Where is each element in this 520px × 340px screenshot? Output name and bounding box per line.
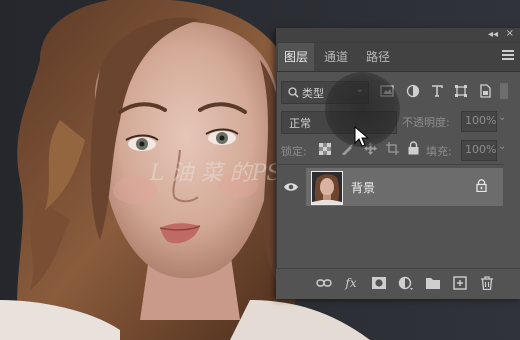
- smart-object-filter-icon[interactable]: [478, 84, 492, 98]
- type-filter-icon[interactable]: [430, 84, 444, 98]
- close-panel-icon[interactable]: ×: [506, 28, 514, 40]
- panel-header: ◂◂ ×: [276, 28, 520, 43]
- link-icon[interactable]: [316, 276, 332, 290]
- opacity-input[interactable]: 100%: [461, 111, 497, 132]
- opacity-chevron-icon[interactable]: ⌄: [498, 112, 506, 123]
- lock-artboard-icon[interactable]: [386, 142, 399, 155]
- filter-toggle[interactable]: [500, 83, 508, 99]
- adjustment-filter-icon[interactable]: [406, 84, 420, 98]
- blend-mode-value: 正常: [289, 117, 311, 130]
- tab-layers[interactable]: 图层: [278, 43, 314, 71]
- chevron-down-icon: ⌄: [355, 84, 364, 95]
- fill-chevron-icon[interactable]: ⌄: [498, 141, 506, 152]
- fill-label: 填充:: [426, 145, 452, 158]
- lock-label: 锁定:: [281, 145, 307, 158]
- trash-icon[interactable]: [479, 276, 495, 290]
- fx-icon[interactable]: fx: [343, 276, 359, 290]
- lock-all-icon[interactable]: [408, 141, 419, 155]
- fill-input[interactable]: 100%: [461, 140, 497, 161]
- lock-transparent-pixels-icon[interactable]: [319, 143, 331, 155]
- layer-visibility-toggle[interactable]: [278, 168, 304, 206]
- lock-image-pixels-icon[interactable]: [341, 143, 353, 155]
- blend-mode-select[interactable]: 正常: [281, 111, 397, 134]
- tab-paths[interactable]: 路径: [358, 43, 398, 71]
- adjustment-icon[interactable]: [398, 276, 414, 290]
- layer-name[interactable]: 背景: [351, 179, 375, 196]
- filter-kind-label: 类型: [302, 87, 324, 100]
- layer-thumbnail[interactable]: [311, 171, 343, 205]
- hamburger-icon[interactable]: [502, 50, 514, 62]
- mask-icon[interactable]: [371, 276, 387, 290]
- divider: [278, 164, 504, 165]
- opacity-label: 不透明度:: [402, 116, 450, 129]
- eye-icon: [284, 183, 298, 191]
- folder-icon[interactable]: [425, 276, 441, 290]
- image-filter-icon[interactable]: [380, 84, 394, 98]
- new-layer-icon[interactable]: [452, 276, 468, 290]
- search-icon: [288, 87, 299, 98]
- panel-tabs: 图层 通道 路径: [276, 43, 520, 72]
- shape-filter-icon[interactable]: [454, 84, 468, 98]
- mouse-pointer-icon: [354, 126, 370, 147]
- collapse-panel-icon[interactable]: ◂◂: [488, 29, 498, 41]
- filter-kind-select[interactable]: 类型 ⌄: [281, 81, 369, 104]
- layer-lock-icon[interactable]: [476, 179, 487, 192]
- tab-channels[interactable]: 通道: [316, 43, 356, 71]
